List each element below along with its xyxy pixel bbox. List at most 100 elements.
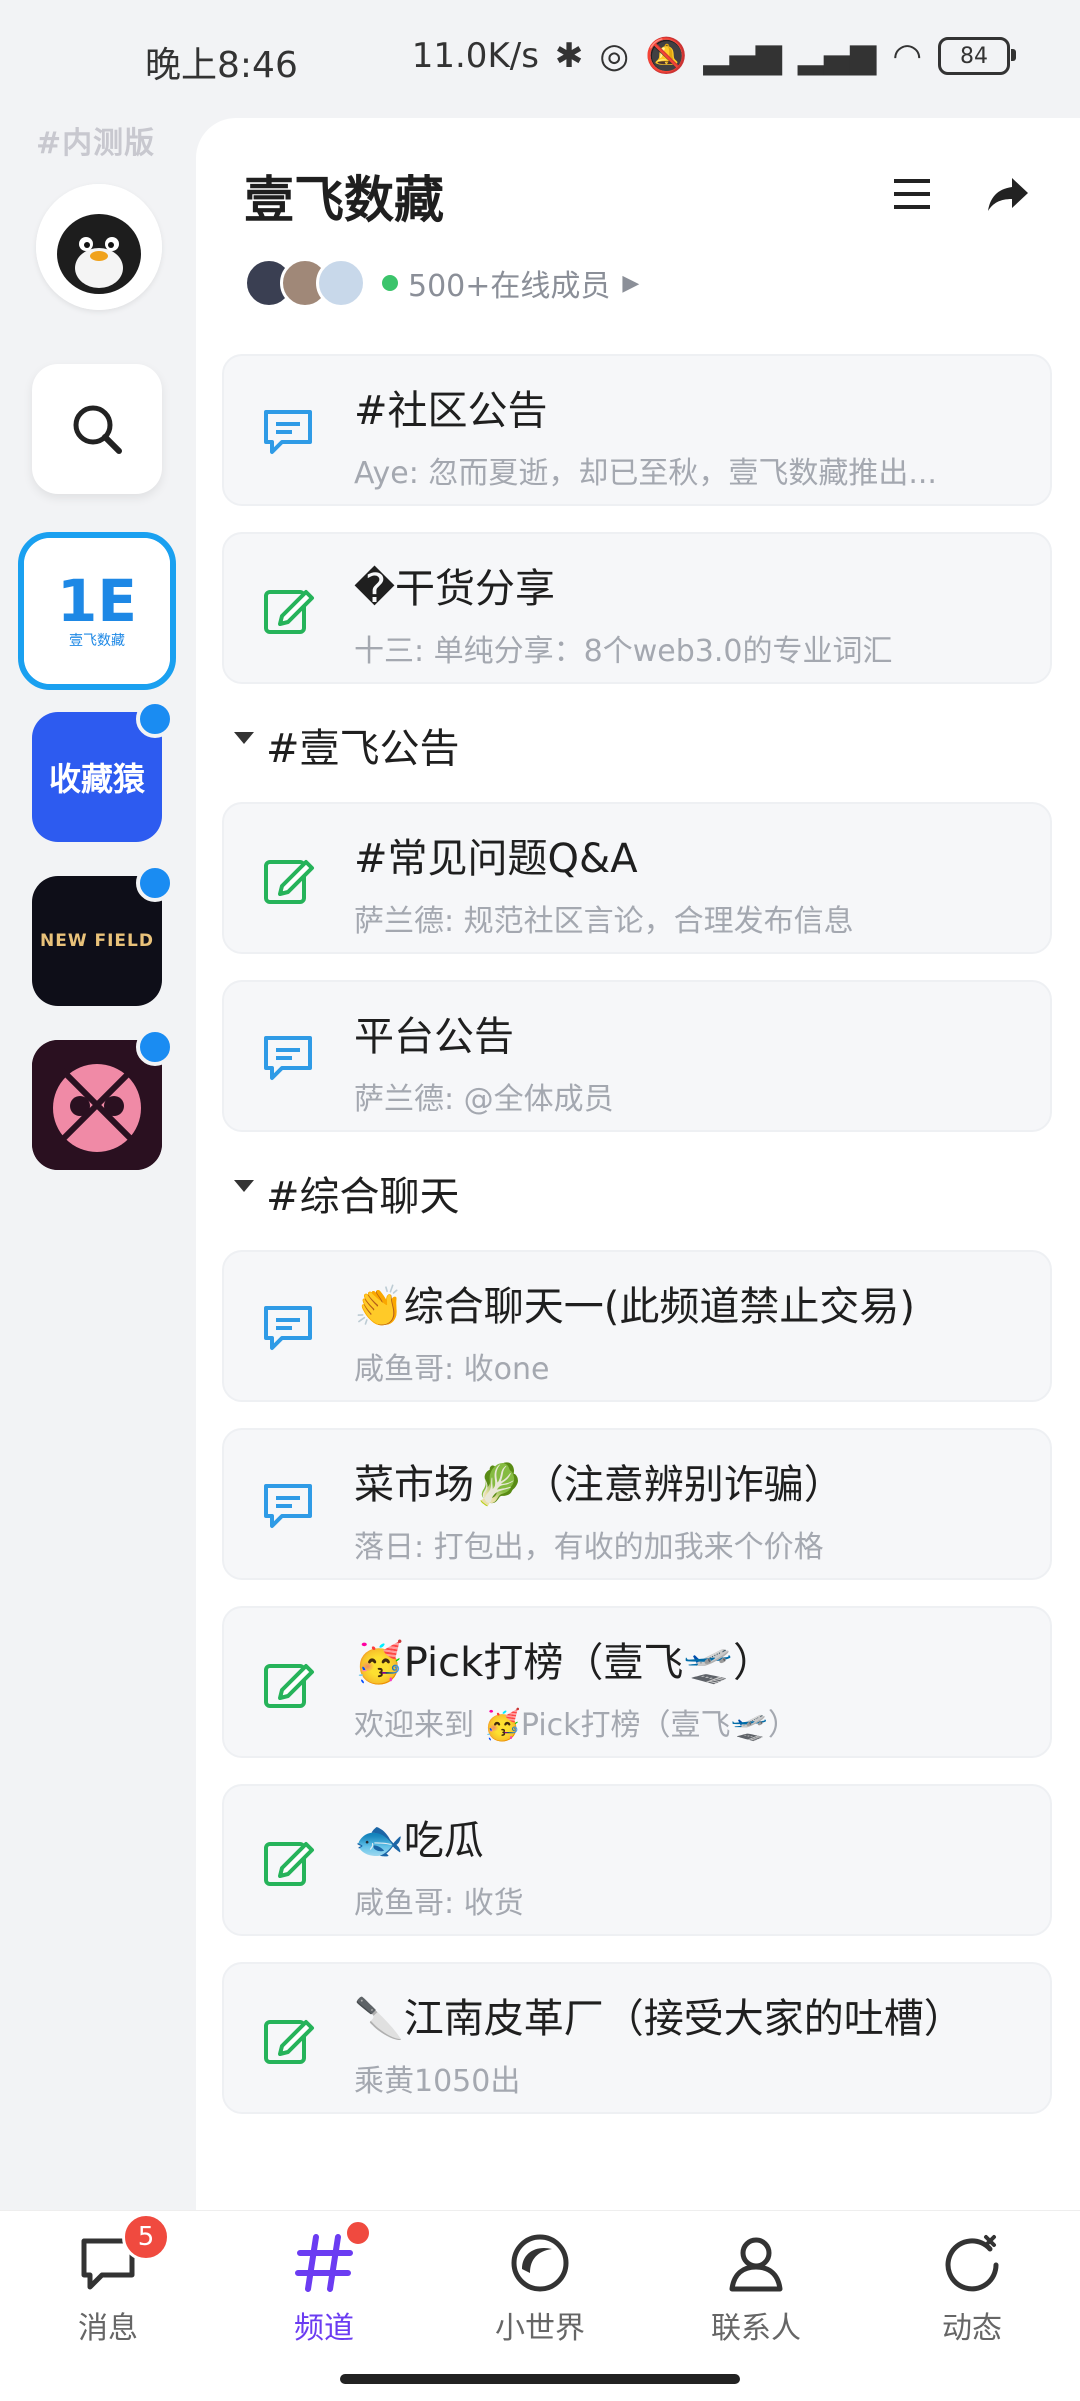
server-rail: #内测版 1E 壹飞数藏 收藏猿 NEW FIELD xyxy=(0,118,196,2204)
tab-contacts[interactable]: 联系人 xyxy=(676,2231,836,2347)
channel-preview: 乘黄1050出 xyxy=(354,2064,521,2099)
world-icon xyxy=(508,2231,572,2295)
post-edit-icon xyxy=(264,860,314,904)
hamburger-menu-icon xyxy=(894,179,930,209)
channel-name: 平台公告 xyxy=(354,1014,514,1060)
shoucangyuan-logo-text: 收藏猿 xyxy=(48,760,145,798)
bluetooth-icon: ✱ xyxy=(554,36,584,76)
status-bar: 晚上8:46 11.0K/s ✱ ◎ 🔕 ▂▄▆ ▂▄▆ ◠ 84 xyxy=(0,0,1080,118)
beta-label: #内测版 xyxy=(36,126,156,161)
channel-name: 🐟吃瓜 xyxy=(354,1818,484,1864)
channel-hash-icon xyxy=(292,2219,372,2295)
channel-name: �干货分享 xyxy=(354,566,556,612)
channel-preview: 欢迎来到 🥳Pick打榜（壹飞🛫） xyxy=(354,1708,798,1743)
world-icon-svg xyxy=(511,2234,569,2292)
channel-section[interactable]: #壹飞公告 xyxy=(222,696,1054,792)
chat-bubble-icon xyxy=(264,1484,312,1528)
online-status-dot xyxy=(382,275,398,291)
channel-name: 菜市场🥬（注意辨别诈骗） xyxy=(354,1462,844,1508)
tab-label: 消息 xyxy=(78,2311,138,2346)
message-icon: 5 xyxy=(76,2213,170,2295)
contact-icon xyxy=(724,2231,788,2295)
channel-item[interactable]: 🥳Pick打榜（壹飞🛫） 欢迎来到 🥳Pick打榜（壹飞🛫） xyxy=(222,1606,1052,1758)
post-edit-icon xyxy=(264,1664,314,1708)
member-avatar xyxy=(316,258,366,308)
tab-world[interactable]: 小世界 xyxy=(460,2231,620,2347)
post-edit-icon xyxy=(264,1842,314,1886)
unread-badge: 5 xyxy=(122,2213,170,2261)
channel-name: #常见问题Q&A xyxy=(354,836,638,882)
channel-item[interactable]: 👏综合聊天一(此频道禁止交易) 咸鱼哥: 收one xyxy=(222,1250,1052,1402)
collapse-arrow-icon xyxy=(234,732,254,744)
section-label: #综合聊天 xyxy=(266,1174,460,1220)
tab-channels[interactable]: 频道 xyxy=(244,2219,404,2347)
server-shoucangyuan[interactable]: 收藏猿 xyxy=(32,700,174,842)
chat-bubble-icon xyxy=(264,1306,312,1350)
channel-panel: 壹飞数藏 500+在线成员 ▶ #社区公告 Aye: 忽而夏逝，却已至秋，壹飞数… xyxy=(196,118,1080,2210)
chevron-right-icon: ▶ xyxy=(622,270,640,296)
channel-list: #社区公告 Aye: 忽而夏逝，却已至秋，壹飞数藏推出... �干货分享 十三:… xyxy=(222,354,1054,2140)
channel-item[interactable]: 菜市场🥬（注意辨别诈骗） 落日: 打包出，有收的加我来个价格 xyxy=(222,1428,1052,1580)
channel-preview: 咸鱼哥: 收货 xyxy=(354,1886,524,1921)
channel-section[interactable]: #综合聊天 xyxy=(222,1144,1054,1240)
vibrate-icon: ◎ xyxy=(599,36,630,76)
user-avatar[interactable] xyxy=(36,184,162,310)
activity-icon xyxy=(940,2231,1004,2295)
newfield-logo-text: NEW FIELD xyxy=(39,931,154,951)
yifei-logo: 1E 壹飞数藏 xyxy=(24,538,170,684)
battery-icon: 84 xyxy=(938,37,1016,75)
search-button[interactable] xyxy=(32,364,162,494)
server-yifei[interactable]: 1E 壹飞数藏 xyxy=(18,532,176,690)
channel-preview: 落日: 打包出，有收的加我来个价格 xyxy=(354,1530,824,1565)
notification-dot xyxy=(344,2219,372,2247)
home-indicator[interactable] xyxy=(340,2374,740,2384)
status-time: 晚上8:46 xyxy=(145,45,298,86)
channel-item[interactable]: 🔪江南皮革厂（接受大家的吐槽） 乘黄1050出 xyxy=(222,1962,1052,2114)
online-members[interactable]: 500+在线成员 ▶ xyxy=(244,258,639,308)
channel-preview: 萨兰德: 规范社区言论，合理发布信息 xyxy=(354,904,854,939)
channel-name: 🔪江南皮革厂（接受大家的吐槽） xyxy=(354,1996,964,2042)
channel-item[interactable]: #常见问题Q&A 萨兰德: 规范社区言论，合理发布信息 xyxy=(222,802,1052,954)
mute-icon: 🔕 xyxy=(645,36,688,76)
chat-bubble-icon xyxy=(264,410,312,454)
yifei-logo-mark: 1E xyxy=(57,567,137,635)
chat-bubble-icon xyxy=(264,1036,312,1080)
menu-button[interactable] xyxy=(884,166,940,222)
post-edit-icon xyxy=(264,590,314,634)
activity-icon-svg xyxy=(945,2235,999,2292)
channel-item[interactable]: 🐟吃瓜 咸鱼哥: 收货 xyxy=(222,1784,1052,1936)
channel-item[interactable]: �干货分享 十三: 单纯分享：8个web3.0的专业词汇 xyxy=(222,532,1052,684)
channel-item[interactable]: 平台公告 萨兰德: @全体成员 xyxy=(222,980,1052,1132)
channel-preview: 十三: 单纯分享：8个web3.0的专业词汇 xyxy=(354,634,893,669)
status-icons: 11.0K/s ✱ ◎ 🔕 ▂▄▆ ▂▄▆ ◠ 84 xyxy=(411,36,1016,76)
network-speed: 11.0K/s xyxy=(411,36,539,76)
unread-dot xyxy=(136,700,174,738)
channel-name: 🥳Pick打榜（壹飞🛫） xyxy=(354,1640,774,1686)
share-arrow-icon xyxy=(988,178,1028,211)
bottom-nav: 5 消息 频道 小世界 联系人 动态 xyxy=(0,2210,1080,2401)
contact-icon-svg xyxy=(729,2237,783,2292)
share-button[interactable] xyxy=(980,166,1036,222)
server-community-4[interactable] xyxy=(32,1028,174,1170)
server-newfield[interactable]: NEW FIELD xyxy=(32,864,174,1006)
signal-icon: ▂▄▆ xyxy=(703,36,782,76)
tab-activity[interactable]: 动态 xyxy=(892,2231,1052,2347)
yifei-logo-text: 壹飞数藏 xyxy=(69,633,125,649)
signal2-icon: ▂▄▆ xyxy=(797,36,877,76)
tab-label: 频道 xyxy=(294,2311,354,2346)
search-icon xyxy=(73,405,122,454)
penguin-avatar-icon xyxy=(36,184,162,310)
unread-dot xyxy=(136,864,174,902)
post-edit-icon xyxy=(264,2020,314,2064)
online-count: 500+在线成员 xyxy=(408,269,611,304)
collapse-arrow-icon xyxy=(234,1180,254,1192)
section-label: #壹飞公告 xyxy=(266,726,460,772)
channel-preview: 咸鱼哥: 收one xyxy=(354,1352,550,1387)
channel-preview: Aye: 忽而夏逝，却已至秋，壹飞数藏推出... xyxy=(354,456,937,491)
server-title: 壹飞数藏 xyxy=(244,171,444,229)
channel-item[interactable]: #社区公告 Aye: 忽而夏逝，却已至秋，壹飞数藏推出... xyxy=(222,354,1052,506)
tab-label: 动态 xyxy=(942,2311,1002,2346)
channel-name: #社区公告 xyxy=(354,388,548,434)
tab-messages[interactable]: 5 消息 xyxy=(28,2213,188,2347)
channel-preview: 萨兰德: @全体成员 xyxy=(354,1082,614,1117)
